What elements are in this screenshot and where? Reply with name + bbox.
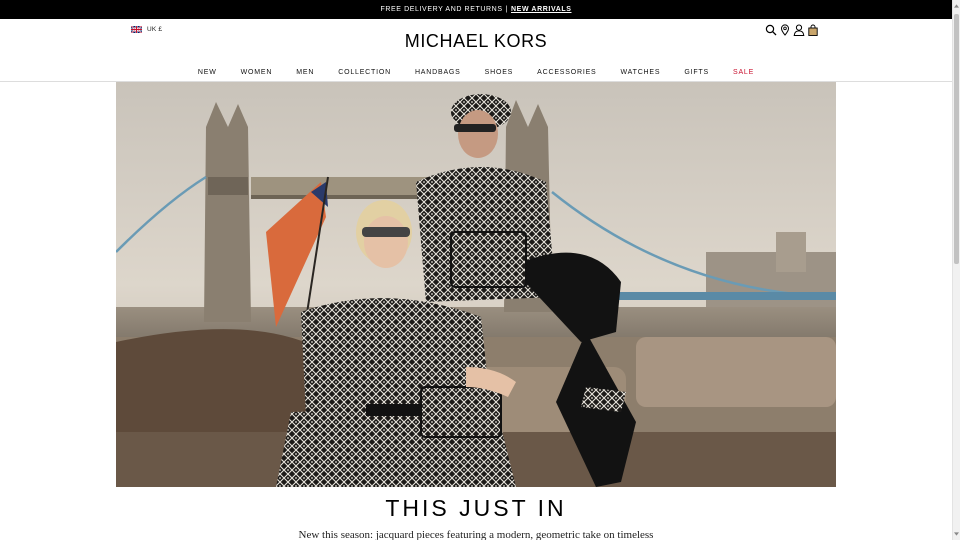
nav-item-women[interactable]: WOMEN — [241, 69, 273, 76]
scroll-down-icon[interactable] — [954, 531, 959, 537]
hero-campaign-image[interactable] — [116, 82, 836, 487]
promo-bar: FREE DELIVERY AND RETURNS | NEW ARRIVALS — [0, 0, 952, 19]
search-icon[interactable] — [765, 24, 777, 36]
nav-item-shoes[interactable]: SHOES — [485, 69, 514, 76]
logo-link[interactable]: MICHAEL KORS — [405, 31, 548, 51]
hero-illustration — [116, 82, 836, 487]
nav-item-sale[interactable]: SALE — [733, 69, 754, 76]
new-arrivals-link[interactable]: NEW ARRIVALS — [511, 6, 571, 13]
page-scrollbar[interactable] — [952, 0, 960, 540]
site-header: UK £ MICHAEL KORS — [0, 19, 952, 63]
store-locator-icon[interactable] — [779, 24, 791, 36]
scroll-up-icon[interactable] — [954, 3, 959, 9]
nav-item-men[interactable]: MEN — [296, 69, 314, 76]
main-navigation: NEW WOMEN MEN COLLECTION HANDBAGS SHOES … — [0, 63, 952, 82]
promo-separator: | — [505, 6, 509, 13]
header-icons — [765, 22, 819, 36]
nav-item-accessories[interactable]: ACCESSORIES — [537, 69, 596, 76]
account-icon[interactable] — [793, 24, 805, 36]
nav-item-collection[interactable]: COLLECTION — [338, 69, 391, 76]
section-description: New this season: jacquard pieces featuri… — [298, 529, 654, 540]
section-title: THIS JUST IN — [385, 495, 567, 521]
nav-item-watches[interactable]: WATCHES — [621, 69, 661, 76]
scrollbar-thumb[interactable] — [954, 14, 959, 264]
nav-item-gifts[interactable]: GIFTS — [684, 69, 709, 76]
nav-item-handbags[interactable]: HANDBAGS — [415, 69, 461, 76]
promo-text: FREE DELIVERY AND RETURNS — [380, 6, 503, 13]
nav-item-new[interactable]: NEW — [198, 69, 217, 76]
shopping-bag-icon[interactable] — [807, 24, 819, 36]
